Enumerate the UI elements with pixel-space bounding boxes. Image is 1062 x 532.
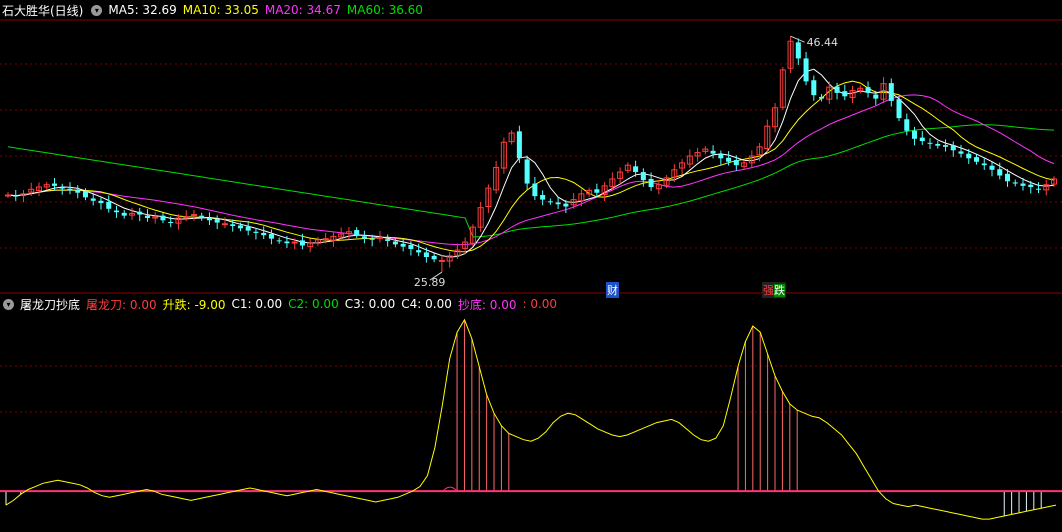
candle-body xyxy=(974,157,980,162)
candle-body xyxy=(935,143,941,146)
candle-body xyxy=(354,230,360,236)
candle-body xyxy=(230,224,236,227)
candle-body xyxy=(966,153,972,159)
low-price-label: 25.89 xyxy=(414,276,446,289)
candle-body xyxy=(221,223,228,226)
candle-body xyxy=(168,222,174,223)
candle-body xyxy=(873,94,879,99)
candle-body xyxy=(795,42,801,59)
candle-body xyxy=(75,189,81,193)
candle-body xyxy=(113,210,119,213)
candle-body xyxy=(563,203,569,207)
candle-body xyxy=(1020,183,1026,186)
candle-body xyxy=(51,183,58,186)
candle-body xyxy=(919,137,925,142)
candle-body xyxy=(540,195,546,200)
candle-body xyxy=(842,91,848,97)
candle-body xyxy=(59,187,65,189)
chart-canvas[interactable]: 46.44 25.89 xyxy=(0,0,1062,532)
candle-body xyxy=(438,259,445,262)
candle-body xyxy=(524,159,530,184)
candle-body xyxy=(997,169,1003,176)
candle-body xyxy=(121,212,127,216)
candle-body xyxy=(516,131,522,159)
candle-body xyxy=(819,96,825,99)
candle-body xyxy=(1028,184,1034,187)
candle-body xyxy=(322,238,329,241)
candle-body xyxy=(1035,188,1042,190)
candle-body xyxy=(160,215,166,221)
candle-body xyxy=(981,163,987,166)
candle-body xyxy=(416,250,422,253)
candle-body xyxy=(261,232,267,236)
candle-body xyxy=(98,200,104,204)
candle-body xyxy=(640,172,646,181)
candle-body xyxy=(896,99,902,119)
candle-body xyxy=(865,87,871,93)
candle-body xyxy=(555,202,561,205)
candle-body xyxy=(423,252,429,258)
candle-body xyxy=(392,241,398,245)
candle-body xyxy=(276,240,282,242)
candle-body xyxy=(648,178,654,187)
candle-body xyxy=(299,240,305,246)
event-fin-tag[interactable]: 财 xyxy=(606,282,619,298)
candle-body xyxy=(106,201,112,209)
candle-body xyxy=(361,236,367,239)
signal-stripe-white xyxy=(5,491,22,506)
candle-body xyxy=(199,215,205,218)
event-div-char2: 跌 xyxy=(774,284,785,297)
candle-body xyxy=(718,154,724,159)
candle-body xyxy=(547,201,553,203)
candle-body xyxy=(834,86,840,93)
candle-body xyxy=(927,142,933,144)
candle-body xyxy=(1012,182,1018,184)
candle-body xyxy=(888,83,894,101)
candle-body xyxy=(144,215,150,218)
event-div-char1: 强 xyxy=(763,284,774,297)
candle-body xyxy=(13,195,19,197)
candle-body xyxy=(710,150,716,154)
candle-body xyxy=(237,225,243,229)
candle-body xyxy=(183,216,190,219)
candle-body xyxy=(90,198,96,201)
candle-body xyxy=(431,255,437,260)
candle-body xyxy=(958,151,964,154)
candle-body xyxy=(137,211,143,215)
candle-body xyxy=(943,145,949,147)
candle-body xyxy=(245,226,251,231)
candle-body xyxy=(4,194,12,197)
candle-body xyxy=(950,145,956,151)
candle-body xyxy=(206,217,212,221)
candle-body xyxy=(904,119,910,131)
candle-body xyxy=(633,166,639,173)
high-price-label: 46.44 xyxy=(807,36,839,49)
candle-body xyxy=(268,234,274,239)
candle-body xyxy=(733,160,739,166)
candle-body xyxy=(253,231,259,233)
stock-chart-window: 石大胜华(日线) ▾ MA5: 32.69 MA10: 33.05 MA20: … xyxy=(0,0,1062,532)
event-div-tag[interactable]: 强跌 xyxy=(762,282,786,298)
candle-body xyxy=(369,238,375,240)
candle-body xyxy=(385,239,391,241)
shengdie-line xyxy=(5,318,1057,520)
candle-body xyxy=(214,219,220,223)
candle-body xyxy=(67,188,73,191)
candle-body xyxy=(82,191,88,198)
candle-body xyxy=(408,244,414,249)
candle-body xyxy=(532,183,538,197)
candle-body xyxy=(803,58,809,82)
candle-body xyxy=(1004,173,1011,182)
candle-body xyxy=(284,241,290,244)
candle-body xyxy=(190,214,197,217)
candle-body xyxy=(912,130,918,139)
candle-body xyxy=(594,189,600,193)
candle-body xyxy=(291,241,298,244)
candle-body xyxy=(811,80,817,96)
candle-body xyxy=(400,243,406,247)
ma5-line xyxy=(7,68,1055,258)
candle-body xyxy=(726,157,732,162)
candle-body xyxy=(989,165,995,170)
